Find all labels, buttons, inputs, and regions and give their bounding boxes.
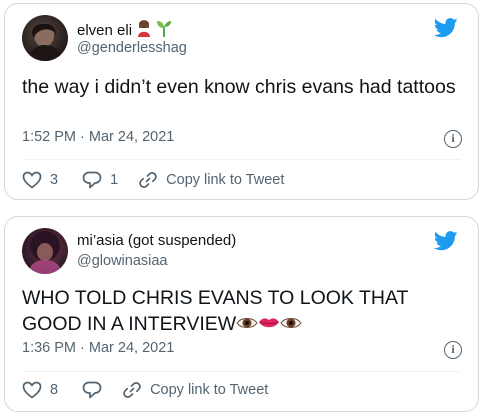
copy-link-button[interactable]: Copy link to Tweet	[122, 381, 268, 399]
handle[interactable]: @glowinasiaa	[77, 253, 168, 269]
display-name-row[interactable]: elven eli	[77, 19, 172, 41]
tweet-card[interactable]: elven eli @genderlesshag the way i didn’…	[4, 3, 479, 200]
like-button[interactable]: 3	[22, 171, 58, 189]
action-bar: 8 Copy link to Tweet	[22, 381, 268, 399]
like-button[interactable]: 8	[22, 381, 58, 399]
avatar[interactable]	[22, 228, 68, 274]
tweet-text-content: WHO TOLD CHRIS EVANS TO LOOK THAT GOOD I…	[22, 287, 409, 335]
copy-link-button[interactable]: Copy link to Tweet	[138, 171, 284, 189]
tweet-card[interactable]: mi’asia (got suspended) @glowinasiaa WHO…	[4, 216, 479, 412]
link-icon	[138, 171, 158, 189]
heart-icon	[22, 381, 42, 399]
reply-count: 1	[110, 172, 119, 188]
action-bar: 3 1 Copy link to Tweet	[22, 171, 284, 189]
timestamp[interactable]: 1:52 PM · Mar 24, 2021	[22, 129, 174, 145]
reply-button[interactable]: 1	[82, 171, 118, 189]
tweet-text: the way i didn’t even know chris evans h…	[22, 76, 456, 98]
person-icon	[136, 19, 152, 41]
heart-icon	[22, 171, 42, 189]
avatar[interactable]	[22, 15, 68, 61]
info-icon[interactable]: i	[444, 341, 462, 359]
copy-link-label: Copy link to Tweet	[166, 172, 285, 188]
copy-link-label: Copy link to Tweet	[150, 382, 269, 398]
like-count: 3	[50, 172, 59, 188]
divider	[22, 159, 461, 160]
tweet-text: WHO TOLD CHRIS EVANS TO LOOK THAT GOOD I…	[22, 285, 458, 338]
display-name-row[interactable]: mi’asia (got suspended)	[77, 232, 236, 249]
eye-icon	[236, 312, 258, 338]
display-name[interactable]: mi’asia (got suspended)	[77, 232, 236, 249]
eye-icon	[280, 312, 302, 338]
seedling-icon	[156, 19, 172, 41]
display-name[interactable]: elven eli	[77, 22, 132, 39]
handle[interactable]: @genderlesshag	[77, 40, 187, 56]
reply-icon	[82, 381, 102, 399]
info-icon[interactable]: i	[444, 130, 462, 148]
like-count: 8	[50, 382, 59, 398]
reply-button[interactable]	[82, 381, 102, 399]
lips-icon	[258, 312, 280, 338]
timestamp[interactable]: 1:36 PM · Mar 24, 2021	[22, 340, 174, 356]
reply-icon	[82, 171, 102, 189]
twitter-bird-icon[interactable]	[433, 18, 458, 38]
link-icon	[122, 381, 142, 399]
divider	[22, 371, 461, 372]
twitter-bird-icon[interactable]	[433, 231, 458, 251]
